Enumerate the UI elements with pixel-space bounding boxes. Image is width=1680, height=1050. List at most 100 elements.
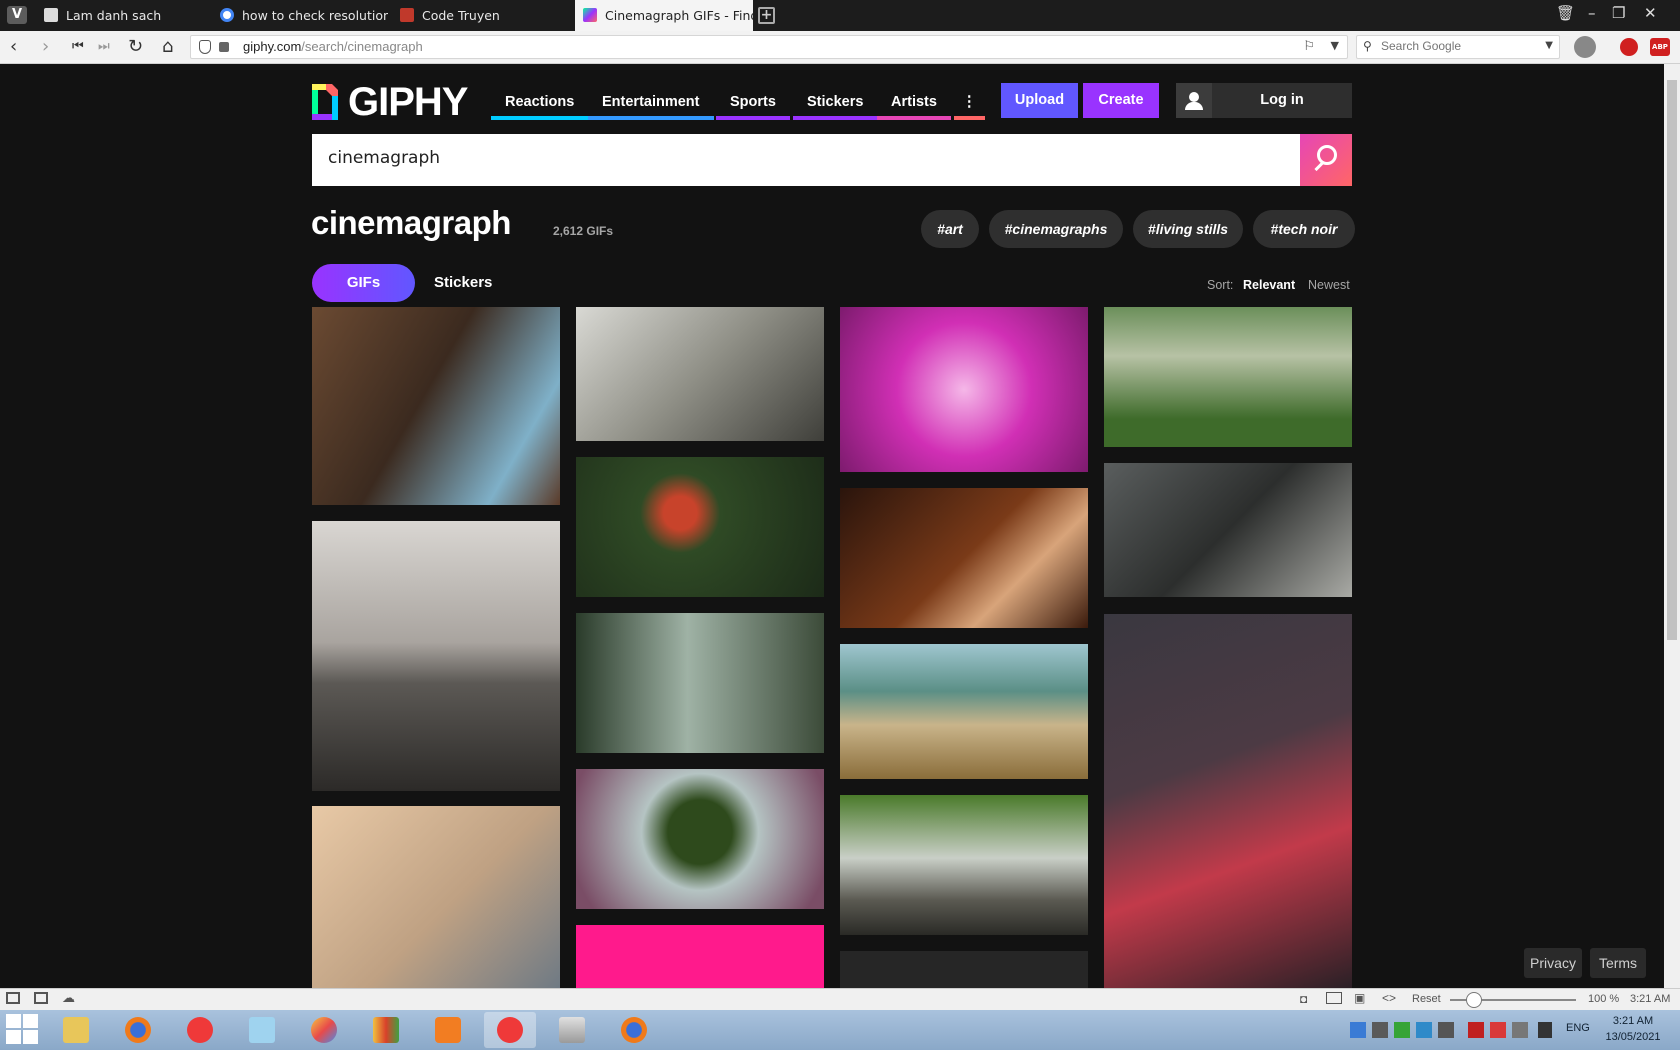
- code-icon[interactable]: <>: [1382, 991, 1396, 1005]
- taskbar-xampp[interactable]: [422, 1012, 474, 1048]
- rewind-icon[interactable]: ⏮: [72, 37, 84, 57]
- tray-app-icon[interactable]: [1438, 1022, 1454, 1038]
- tiling-icon[interactable]: [34, 992, 48, 1004]
- taskbar-firefox[interactable]: [112, 1012, 164, 1048]
- gif-tile[interactable]: [312, 521, 560, 791]
- search-engine-field[interactable]: ⚲ ▼: [1356, 35, 1560, 59]
- gif-tile[interactable]: [576, 457, 824, 597]
- window-icon[interactable]: [1326, 992, 1342, 1004]
- tray-volume-icon[interactable]: [1372, 1022, 1388, 1038]
- privacy-link[interactable]: Privacy: [1524, 948, 1582, 978]
- zoom-slider-handle[interactable]: [1466, 992, 1482, 1008]
- close-icon[interactable]: ✕: [1644, 4, 1657, 22]
- page-scrollbar[interactable]: [1664, 64, 1680, 988]
- tray-app-icon[interactable]: [1416, 1022, 1432, 1038]
- tray-network-icon[interactable]: [1350, 1022, 1366, 1038]
- gif-tile[interactable]: [576, 925, 824, 988]
- cloud-sync-icon[interactable]: ☁: [62, 990, 75, 1006]
- nav-stickers[interactable]: Stickers: [793, 92, 878, 120]
- gif-tile[interactable]: [576, 307, 824, 441]
- sort-newest[interactable]: Newest: [1308, 278, 1350, 292]
- tray-app-icon[interactable]: [1512, 1022, 1528, 1038]
- profile-avatar[interactable]: [1574, 36, 1596, 58]
- panel-toggle-icon[interactable]: [6, 992, 20, 1004]
- home-icon[interactable]: ⌂: [162, 37, 173, 57]
- taskbar-package[interactable]: [546, 1012, 598, 1048]
- minimize-icon[interactable]: –: [1588, 4, 1596, 22]
- gif-tile[interactable]: [840, 951, 1088, 988]
- taskbar-vivaldi-active[interactable]: [484, 1012, 536, 1048]
- gif-tile[interactable]: [840, 644, 1088, 779]
- reload-icon[interactable]: ↻: [128, 37, 143, 57]
- camera-icon[interactable]: ◘: [1300, 992, 1307, 1006]
- forward-icon[interactable]: ›: [42, 37, 49, 57]
- taskbar-pencil[interactable]: [360, 1012, 412, 1048]
- image-icon[interactable]: ▣: [1354, 991, 1365, 1005]
- address-bar[interactable]: giphy.com/search/cinemagraph ⚐ ▼: [190, 35, 1348, 59]
- tab-gifs[interactable]: GIFs: [312, 264, 415, 302]
- search-google-input[interactable]: [1381, 39, 1531, 53]
- nav-reactions[interactable]: Reactions: [491, 92, 589, 120]
- flag-icon[interactable]: [1538, 1022, 1552, 1038]
- sort-relevant[interactable]: Relevant: [1243, 278, 1295, 292]
- login-button[interactable]: Log in: [1176, 83, 1352, 118]
- gif-tile[interactable]: [312, 806, 560, 988]
- more-vertical-icon: ⋮: [962, 94, 977, 110]
- taskbar-explorer[interactable]: [50, 1012, 102, 1048]
- taskbar-firefox-2[interactable]: [608, 1012, 660, 1048]
- terms-link[interactable]: Terms: [1590, 948, 1646, 978]
- status-clock: 3:21 AM: [1630, 993, 1671, 1005]
- tray-vivaldi-icon[interactable]: [1490, 1022, 1506, 1038]
- gif-tile[interactable]: [576, 769, 824, 909]
- create-button[interactable]: Create: [1083, 83, 1159, 118]
- gif-tile[interactable]: [312, 307, 560, 505]
- nav-sports[interactable]: Sports: [716, 92, 790, 120]
- windows-start-icon[interactable]: [6, 1014, 40, 1046]
- upload-button[interactable]: Upload: [1001, 83, 1078, 118]
- gif-tile[interactable]: [576, 613, 824, 753]
- tray-app-icon[interactable]: [1468, 1022, 1484, 1038]
- gif-tile[interactable]: [840, 307, 1088, 472]
- tray-app-icon[interactable]: [1394, 1022, 1410, 1038]
- shield-icon[interactable]: [199, 40, 211, 54]
- new-tab-icon[interactable]: +: [758, 7, 775, 24]
- browser-tab[interactable]: how to check resolution siz: [212, 0, 388, 31]
- giphy-search-box[interactable]: [312, 134, 1300, 186]
- browser-tab-active[interactable]: Cinemagraph GIFs - Find &: [575, 0, 753, 31]
- tag-art[interactable]: #art: [921, 210, 979, 248]
- tab-stickers[interactable]: Stickers: [434, 264, 492, 302]
- browser-tab[interactable]: Code Truyen: [392, 0, 568, 31]
- tag-cinemagraphs[interactable]: #cinemagraphs: [989, 210, 1123, 248]
- giphy-search-input[interactable]: [328, 148, 1228, 168]
- fast-forward-icon[interactable]: ⏭: [98, 37, 110, 57]
- tag-living-stills[interactable]: #living stills: [1133, 210, 1243, 248]
- taskbar-paint[interactable]: [298, 1012, 350, 1048]
- gif-tile[interactable]: [1104, 614, 1352, 988]
- gif-tile[interactable]: [840, 488, 1088, 628]
- taskbar-clock[interactable]: 3:21 AM 13/05/2021: [1590, 1013, 1676, 1045]
- trash-icon[interactable]: 🗑: [1556, 4, 1575, 22]
- nav-artists[interactable]: Artists: [877, 92, 951, 120]
- opera-extension-icon[interactable]: [1620, 38, 1638, 56]
- restore-icon[interactable]: ❐: [1612, 4, 1625, 22]
- taskbar-vivaldi[interactable]: [174, 1012, 226, 1048]
- taskbar-notepad[interactable]: [236, 1012, 288, 1048]
- gif-tile[interactable]: [1104, 307, 1352, 447]
- tag-tech-noir[interactable]: #tech noir: [1253, 210, 1355, 248]
- vivaldi-menu-icon[interactable]: V: [7, 6, 27, 24]
- search-button[interactable]: [1300, 134, 1352, 186]
- nav-entertainment[interactable]: Entertainment: [588, 92, 714, 120]
- nav-more-button[interactable]: ⋮: [954, 92, 985, 120]
- bookmark-icon[interactable]: ⚐: [1303, 39, 1315, 54]
- zoom-reset[interactable]: Reset: [1412, 993, 1441, 1005]
- language-indicator[interactable]: ENG: [1566, 1022, 1590, 1034]
- chevron-down-icon[interactable]: ▼: [1545, 40, 1553, 51]
- chevron-down-icon[interactable]: ▼: [1331, 39, 1339, 52]
- gif-tile[interactable]: [1104, 463, 1352, 597]
- gif-tile[interactable]: [840, 795, 1088, 935]
- lock-icon: [219, 42, 229, 52]
- scrollbar-thumb[interactable]: [1667, 80, 1677, 640]
- browser-tab[interactable]: Lam danh sach: [36, 0, 212, 31]
- back-icon[interactable]: ‹: [10, 37, 17, 57]
- adblock-plus-icon[interactable]: ABP: [1650, 38, 1670, 56]
